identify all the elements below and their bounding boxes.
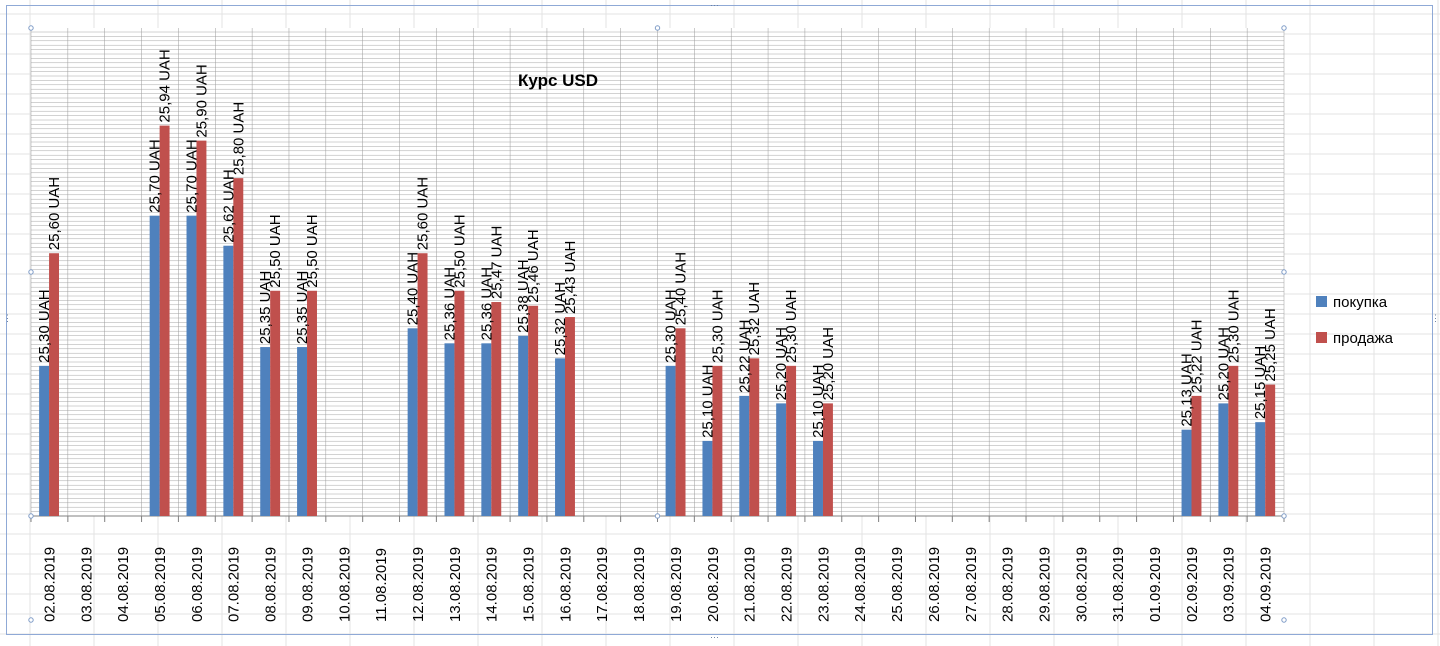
x-tick-label: 21.08.2019	[742, 547, 759, 622]
data-label: 25,70 UAH	[183, 139, 200, 212]
bar-buy-16.08.2019[interactable]	[555, 358, 565, 516]
x-tick-label: 03.08.2019	[78, 547, 95, 622]
x-tick-label: 31.08.2019	[1110, 547, 1127, 622]
data-label: 25,50 UAH	[267, 214, 284, 287]
bar-buy-19.08.2019[interactable]	[665, 365, 676, 516]
data-label: 25,22 UAH	[1188, 320, 1205, 393]
x-tick-label: 25.08.2019	[889, 547, 906, 622]
data-label: 25,80 UAH	[230, 102, 247, 175]
data-label: 25,30 UAH	[1225, 289, 1242, 362]
x-tick-label: 06.08.2019	[189, 547, 206, 622]
data-label: 25,90 UAH	[193, 64, 210, 137]
bar-buy-07.08.2019[interactable]	[223, 245, 234, 516]
x-tick-label: 22.08.2019	[778, 547, 795, 622]
legend-label: продажа	[1333, 330, 1394, 347]
plot-area-handle[interactable]	[28, 617, 34, 623]
data-label: 25,10 UAH	[699, 365, 716, 438]
x-tick-label: 01.09.2019	[1147, 547, 1164, 622]
x-tick-label: 18.08.2019	[631, 547, 648, 622]
bar-buy-08.08.2019[interactable]	[260, 347, 271, 516]
x-tick-label: 04.09.2019	[1258, 547, 1275, 622]
legend-swatch	[1316, 332, 1327, 343]
data-label: 25,30 UAH	[783, 289, 800, 362]
data-label: 25,70 UAH	[147, 139, 164, 212]
plot-area-handle[interactable]	[654, 513, 661, 519]
x-tick-label: 30.08.2019	[1073, 547, 1090, 622]
data-label: 25,46 UAH	[525, 229, 542, 302]
x-tick-label: 15.08.2019	[521, 547, 538, 622]
x-tick-label: 07.08.2019	[226, 547, 243, 622]
x-tick-label: 04.08.2019	[115, 547, 132, 622]
bar-buy-06.08.2019[interactable]	[186, 215, 197, 516]
data-label: 25,30 UAH	[709, 289, 726, 362]
data-label: 25,40 UAH	[673, 252, 690, 325]
chart: Курс USD 25,30 UAH 25,70 UAH 25,70 UAH 25,62…	[28, 25, 1394, 623]
bar-buy-05.08.2019[interactable]	[149, 215, 160, 516]
bar-buy-15.08.2019[interactable]	[518, 335, 529, 516]
bar-buy-14.08.2019[interactable]	[481, 343, 492, 516]
x-tick-label: 05.08.2019	[152, 547, 169, 622]
bar-buy-23.08.2019[interactable]	[813, 440, 823, 516]
x-tick-label: 20.08.2019	[705, 547, 722, 622]
x-tick-label: 27.08.2019	[963, 547, 980, 622]
x-tick-label: 02.08.2019	[41, 547, 58, 622]
data-label: 25,20 UAH	[820, 327, 837, 400]
legend-label: покупка	[1333, 294, 1388, 311]
x-tick-label: 12.08.2019	[410, 547, 427, 622]
bar-buy-22.08.2019[interactable]	[776, 403, 787, 516]
plot-area-handle[interactable]	[654, 25, 661, 31]
bar-buy-02.08.2019[interactable]	[39, 365, 50, 516]
bar-buy-02.09.2019[interactable]	[1181, 429, 1192, 516]
data-label: 25,47 UAH	[488, 226, 505, 299]
plot-area-handle[interactable]	[1281, 513, 1287, 519]
plot-area-handle[interactable]	[28, 25, 34, 31]
bar-sell-15.08.2019[interactable]	[528, 305, 539, 516]
data-label: 25,62 UAH	[220, 169, 237, 242]
plot-area-handle[interactable]	[28, 269, 34, 275]
legend[interactable]: покупка продажа	[1316, 294, 1394, 347]
data-label: 25,40 UAH	[405, 252, 422, 325]
data-label: 25,32 UAH	[746, 282, 763, 355]
x-tick-label: 29.08.2019	[1036, 547, 1053, 622]
bar-buy-13.08.2019[interactable]	[444, 343, 455, 516]
x-tick-label: 10.08.2019	[336, 547, 353, 622]
data-label: 25,50 UAH	[304, 214, 321, 287]
x-tick-label: 13.08.2019	[447, 547, 464, 622]
plot-area-handle[interactable]	[28, 513, 34, 519]
legend-swatch	[1316, 296, 1327, 307]
plot-area-handle[interactable]	[1281, 25, 1287, 31]
bar-buy-12.08.2019[interactable]	[407, 328, 418, 516]
x-tick-label: 03.09.2019	[1221, 547, 1238, 622]
x-tick-label: 17.08.2019	[594, 547, 611, 622]
x-tick-label: 16.08.2019	[557, 547, 574, 622]
data-label: 25,94 UAH	[157, 49, 174, 122]
plot-area-handle[interactable]	[1281, 617, 1287, 623]
data-label: 25,50 UAH	[451, 214, 468, 287]
bar-buy-21.08.2019[interactable]	[739, 395, 750, 516]
x-tick-label: 19.08.2019	[668, 547, 685, 622]
data-label: 25,60 UAH	[415, 177, 432, 250]
x-tick-label: 28.08.2019	[1000, 547, 1017, 622]
data-label: 25,60 UAH	[46, 177, 63, 250]
bar-buy-04.09.2019[interactable]	[1255, 422, 1266, 516]
data-label: 25,25 UAH	[1262, 308, 1279, 381]
plot-area-handle[interactable]	[1281, 269, 1287, 275]
bar-buy-03.09.2019[interactable]	[1218, 403, 1229, 516]
bar-buy-09.08.2019[interactable]	[297, 347, 308, 516]
data-label: 25,43 UAH	[562, 241, 579, 314]
x-tick-label: 24.08.2019	[852, 547, 869, 622]
x-tick-label: 14.08.2019	[484, 547, 501, 622]
x-tick-label: 02.09.2019	[1184, 547, 1201, 622]
x-tick-label: 11.08.2019	[373, 548, 390, 622]
x-tick-label: 08.08.2019	[263, 547, 280, 622]
chart-title: Курс USD	[518, 71, 598, 90]
bar-buy-20.08.2019[interactable]	[702, 440, 713, 516]
x-tick-label: 09.08.2019	[299, 547, 316, 622]
x-tick-label: 26.08.2019	[926, 547, 943, 622]
x-tick-label: 23.08.2019	[815, 547, 832, 622]
data-label: 25,30 UAH	[36, 289, 53, 362]
